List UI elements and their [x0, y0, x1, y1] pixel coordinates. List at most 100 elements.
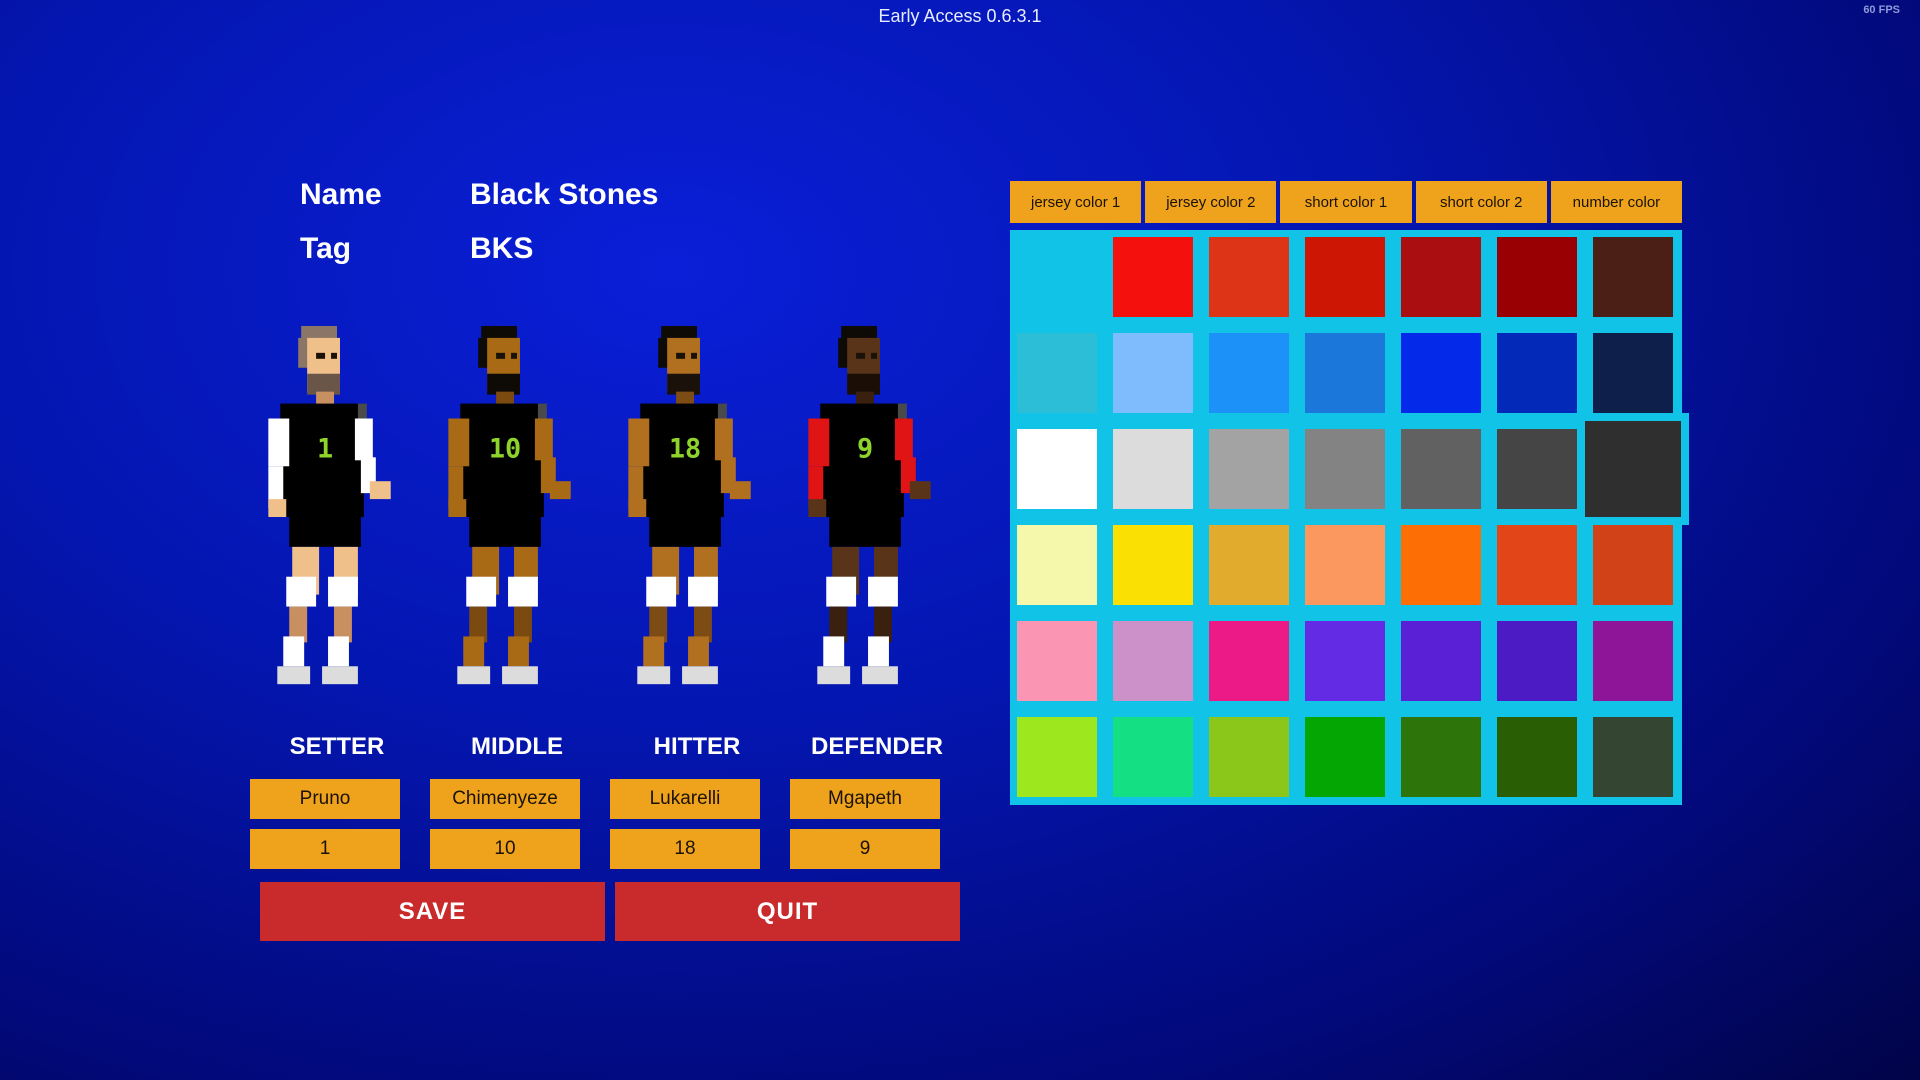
player-number-input-hitter[interactable] — [610, 829, 760, 869]
sprite-left-hand — [268, 499, 287, 518]
team-name-value[interactable]: Black Stones — [470, 178, 658, 212]
color-swatch[interactable] — [1497, 333, 1577, 413]
team-name-row: Name Black Stones — [300, 168, 658, 222]
color-swatch[interactable] — [1017, 333, 1097, 413]
color-swatch[interactable] — [1209, 525, 1289, 605]
player-role-setter: SETTER — [289, 733, 385, 760]
player-name-input-middle[interactable] — [430, 779, 580, 819]
color-swatch[interactable] — [1113, 333, 1193, 413]
sprite-right-kneepad — [868, 576, 898, 607]
color-swatch[interactable] — [1017, 621, 1097, 701]
color-swatch[interactable] — [1209, 717, 1289, 797]
tab-number-color[interactable]: number color — [1550, 181, 1683, 223]
team-tag-value[interactable]: BKS — [470, 232, 533, 266]
player-number-input-defender[interactable] — [790, 829, 940, 869]
color-swatch[interactable] — [1593, 237, 1673, 317]
color-swatch[interactable] — [1497, 525, 1577, 605]
color-swatch[interactable] — [1401, 621, 1481, 701]
quit-button[interactable]: QUIT — [615, 882, 960, 941]
sprite-shorts — [469, 505, 541, 547]
sprite-eye — [871, 352, 877, 359]
color-swatch[interactable] — [1401, 237, 1481, 317]
sprite-left-sleeve — [448, 418, 470, 467]
sprite-eye — [856, 352, 866, 359]
sprite-shorts — [649, 505, 721, 547]
color-swatch[interactable] — [1401, 429, 1481, 509]
color-swatch[interactable] — [1593, 333, 1673, 413]
color-swatch[interactable] — [1017, 717, 1097, 797]
color-swatch[interactable] — [1209, 621, 1289, 701]
player-role-defender: DEFENDER — [810, 733, 943, 760]
color-swatch[interactable] — [1497, 429, 1577, 509]
color-swatch-selected[interactable] — [1577, 413, 1689, 525]
sprite-shorts — [289, 505, 361, 547]
sprite-beard — [667, 373, 700, 395]
color-swatch[interactable] — [1209, 333, 1289, 413]
sprite-left-sleeve — [268, 418, 290, 467]
sprite-jersey-number: 18 — [669, 433, 701, 464]
sprite-right-shoe — [322, 666, 358, 685]
player-sprite-middle: 10 — [448, 325, 571, 685]
tab-short-color-1[interactable]: short color 1 — [1280, 181, 1412, 223]
color-swatch[interactable] — [1305, 333, 1385, 413]
color-swatch[interactable] — [1401, 717, 1481, 797]
sprite-right-sock — [688, 636, 709, 667]
sprite-jersey-number: 10 — [489, 433, 521, 464]
sprite-right-sock — [508, 636, 529, 667]
color-swatch[interactable] — [1305, 429, 1385, 509]
sprite-left-sock — [643, 636, 665, 667]
save-button[interactable]: SAVE — [260, 882, 605, 941]
color-category-tabs: jersey color 1 jersey color 2 short colo… — [1010, 181, 1683, 223]
sprite-left-sleeve — [628, 418, 650, 467]
color-swatch[interactable] — [1305, 717, 1385, 797]
sprite-right-shoe — [502, 666, 538, 685]
player-name-input-defender[interactable] — [790, 779, 940, 819]
color-swatch[interactable] — [1113, 717, 1193, 797]
sprite-right-sock — [328, 636, 349, 667]
player-number-input-setter[interactable] — [250, 829, 400, 869]
color-swatch[interactable] — [1593, 717, 1673, 797]
tab-short-color-2[interactable]: short color 2 — [1415, 181, 1547, 223]
sprite-left-hand — [628, 499, 647, 518]
sprite-right-kneepad — [328, 576, 358, 607]
color-swatch[interactable] — [1497, 621, 1577, 701]
color-swatch[interactable] — [1305, 237, 1385, 317]
tab-jersey-color-1[interactable]: jersey color 1 — [1010, 181, 1142, 223]
color-swatch[interactable] — [1497, 237, 1577, 317]
color-swatch[interactable] — [1401, 333, 1481, 413]
sprite-right-sleeve — [534, 418, 553, 461]
sprite-right-hand — [729, 481, 751, 500]
player-roster: 1 SETTER 10 MIDDLE 18 HITTER 9 DEFENDER — [250, 320, 962, 920]
sprite-left-shoe — [277, 666, 311, 685]
sprite-right-sleeve — [894, 418, 913, 461]
sprite-shorts — [829, 505, 901, 547]
color-swatch[interactable] — [1017, 429, 1097, 509]
sprite-right-sock — [868, 636, 889, 667]
color-swatch[interactable] — [1209, 237, 1289, 317]
tab-jersey-color-2[interactable]: jersey color 2 — [1145, 181, 1277, 223]
player-number-input-middle[interactable] — [430, 829, 580, 869]
color-swatch[interactable] — [1497, 717, 1577, 797]
color-swatch[interactable] — [1113, 525, 1193, 605]
color-swatch[interactable] — [1017, 237, 1097, 317]
sprite-right-shoe — [862, 666, 898, 685]
color-swatch[interactable] — [1113, 429, 1193, 509]
sprite-left-hand — [448, 499, 467, 518]
color-swatch[interactable] — [1113, 621, 1193, 701]
color-swatch[interactable] — [1113, 237, 1193, 317]
sprite-right-hand — [909, 481, 931, 500]
sprite-right-sleeve — [714, 418, 733, 461]
color-swatch[interactable] — [1305, 621, 1385, 701]
player-name-input-hitter[interactable] — [610, 779, 760, 819]
sprite-jersey-number: 9 — [857, 433, 873, 464]
color-swatch[interactable] — [1209, 429, 1289, 509]
color-swatch[interactable] — [1593, 525, 1673, 605]
color-swatch[interactable] — [1017, 525, 1097, 605]
sprite-right-kneepad — [508, 576, 538, 607]
color-swatch[interactable] — [1593, 621, 1673, 701]
color-palette — [1010, 230, 1689, 805]
player-name-input-setter[interactable] — [250, 779, 400, 819]
color-swatch[interactable] — [1305, 525, 1385, 605]
color-swatch[interactable] — [1401, 525, 1481, 605]
sprite-right-hand — [549, 481, 571, 500]
